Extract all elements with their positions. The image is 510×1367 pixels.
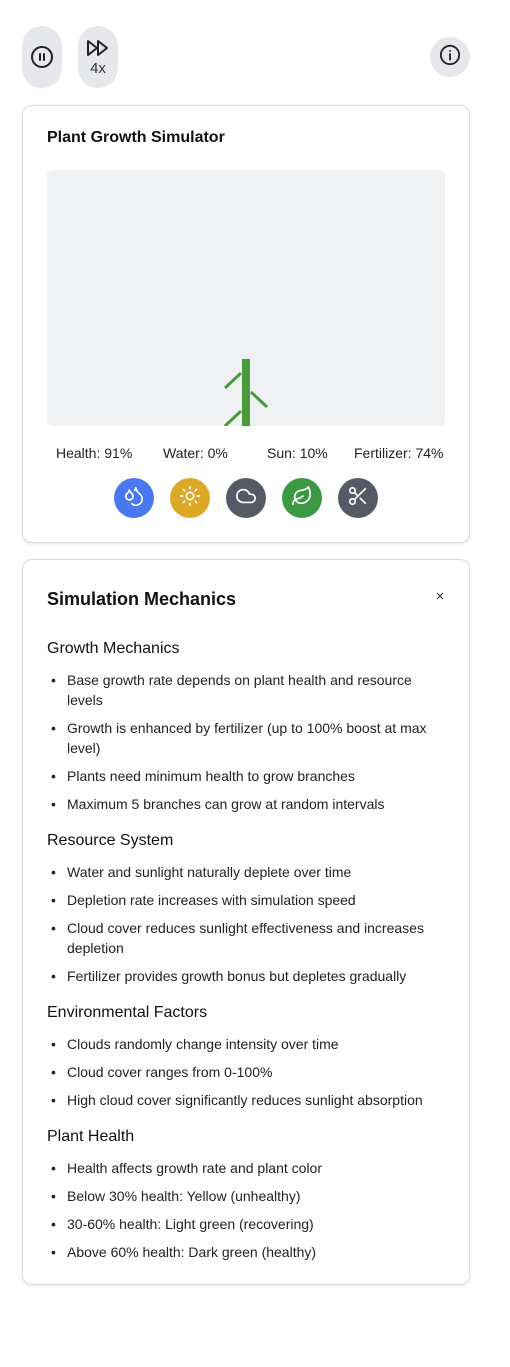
mechanics-panel: Simulation Mechanics × Growth Mechanics … (22, 559, 470, 1285)
section-heading: Growth Mechanics (47, 640, 180, 657)
health-stat: Health: 91% (56, 445, 133, 461)
sun-button[interactable] (170, 478, 210, 518)
list-item: • Below 30% health: Yellow (unhealthy) (51, 1188, 301, 1204)
pause-button[interactable] (22, 26, 62, 88)
list-item: • Above 60% health: Dark green (healthy) (51, 1244, 317, 1260)
list-item: • Fertilizer provides growth bonus but de… (51, 968, 407, 984)
prune-button[interactable] (338, 478, 378, 518)
info-button[interactable] (430, 37, 470, 77)
action-buttons (114, 478, 380, 518)
top-controls: 4x (22, 26, 470, 90)
list-item: • Water and sunlight naturally deplete ov… (51, 864, 352, 880)
plant-canvas (47, 170, 445, 426)
cloud-button[interactable] (226, 478, 266, 518)
fertilizer-button[interactable] (282, 478, 322, 518)
speed-button[interactable]: 4x (78, 26, 118, 88)
fertilizer-stat: Fertilizer: 74% (354, 445, 444, 461)
list-item: • Base growth rate depends on plant healt… (51, 672, 412, 708)
list-item: • Depletion rate increases with simulatio… (51, 892, 356, 908)
plant-stem (242, 359, 250, 426)
plant-branch (223, 409, 243, 426)
water-button[interactable] (114, 478, 154, 518)
list-item: • Cloud cover reduces sunlight effectiven… (51, 920, 424, 956)
section-heading: Plant Health (47, 1128, 135, 1145)
mechanics-title: Simulation Mechanics (47, 589, 237, 609)
close-button[interactable]: × (433, 588, 447, 606)
simulator-card: Plant Growth Simulator Health: 91% Water… (22, 105, 470, 543)
section-heading: Environmental Factors (47, 1004, 208, 1021)
list-item: • Maximum 5 branches can grow at random i… (51, 796, 385, 812)
speed-label: 4x (90, 59, 106, 77)
list-item: • Growth is enhanced by fertilizer (up to… (51, 720, 427, 756)
section-heading: Resource System (47, 832, 174, 849)
water-stat: Water: 0% (163, 445, 228, 461)
list-item: • 30-60% health: Light green (recovering) (51, 1216, 314, 1232)
scissors-icon (347, 485, 369, 512)
list-item: • Plants need minimum health to grow bran… (51, 768, 355, 784)
pause-icon (30, 45, 54, 69)
sun-stat: Sun: 10% (267, 445, 328, 461)
plant-branch (249, 390, 269, 409)
water-drops-icon (123, 485, 145, 512)
leaf-icon (291, 485, 313, 512)
simulator-title: Plant Growth Simulator (47, 129, 225, 146)
list-item: • Cloud cover ranges from 0-100% (51, 1064, 273, 1080)
info-icon (439, 44, 461, 71)
fast-forward-icon (86, 38, 110, 58)
plant-branch (223, 371, 243, 390)
list-item: • High cloud cover significantly reduces … (51, 1092, 423, 1108)
sun-icon (179, 485, 201, 512)
list-item: • Health affects growth rate and plant co… (51, 1160, 323, 1176)
resource-stats: Health: 91% Water: 0% Sun: 10% Fertilize… (47, 445, 445, 461)
list-item: • Clouds randomly change intensity over t… (51, 1036, 339, 1052)
plant-drawing (223, 359, 269, 426)
cloud-icon (235, 485, 257, 512)
